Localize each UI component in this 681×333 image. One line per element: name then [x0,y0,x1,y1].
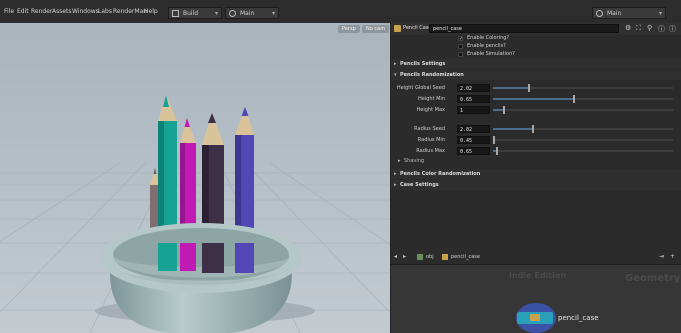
menu-windows[interactable]: Windows [72,8,99,15]
caret-right-icon: ▸ [394,171,397,177]
caret-down-icon: ▾ [394,72,397,78]
height-max-field[interactable]: 1 [457,106,490,114]
caret-right-icon: ▸ [394,61,397,67]
menu-help[interactable]: Help [144,8,158,15]
radius-min-field[interactable]: 0.45 [457,136,490,144]
pencil-case-node[interactable] [517,312,553,324]
chevron-down-icon: ▾ [214,10,218,17]
menu-bar: File Edit Render Assets Windows Labs Ren… [0,0,681,24]
camera-persp-button[interactable]: Persp [338,25,360,33]
viewport-scene [0,23,390,333]
indie-edition-watermark: Indie Edition [509,271,567,280]
parameter-panel: Pencil Case pencil_case ⚙ ⛶ ⚲ ⓘ ⓘ ✓ Enab… [391,23,681,251]
node-label: pencil_case [558,314,599,322]
caret-right-icon: ▸ [398,158,401,164]
radius-min-slider[interactable] [493,136,673,144]
add-pane-icon[interactable]: + [670,253,675,260]
section-label: Pencils Randomization [400,72,464,78]
enable-simulation-checkbox[interactable] [458,52,463,57]
right-context-selector-label: Main [607,10,622,17]
info-icon[interactable]: ⓘ [669,24,676,34]
height-global-seed-field[interactable]: 2.02 [457,84,490,92]
menu-assets[interactable]: Assets [52,8,72,15]
radius-max-label: Radius Max [416,148,445,154]
path-obj[interactable]: obj [426,254,434,260]
radius-max-field[interactable]: 0.65 [457,147,490,155]
section-pencils-settings[interactable]: ▸ Pencils Settings [391,59,681,69]
subsection-shaving[interactable]: ▸ Shaving [391,156,681,166]
search-icon[interactable]: ⚲ [647,24,652,32]
node-type-icon [394,25,401,32]
menu-labs[interactable]: Labs [98,8,112,15]
path-pencil-case[interactable]: pencil_case [451,254,480,260]
enable-simulation-label: Enable Simulation? [467,51,515,57]
parameter-header: Pencil Case pencil_case ⚙ ⛶ ⚲ ⓘ ⓘ [391,23,681,35]
scene-viewport[interactable]: Persp No cam [0,23,390,333]
network-editor[interactable]: ◂ ▸ obj pencil_case ⇥ + Indie Edition Ge… [391,251,681,333]
menu-render[interactable]: Render [31,8,52,15]
expand-icon[interactable]: ⛶ [636,24,641,33]
desktop-selector[interactable]: Build ▾ [168,7,222,19]
menu-edit[interactable]: Edit [17,8,29,15]
globe-icon [596,10,603,17]
section-label: Pencils Color Randomization [400,171,481,177]
chevron-down-icon: ▾ [658,10,662,17]
section-label: Pencils Settings [400,61,446,67]
obj-icon [417,254,423,260]
section-label: Case Settings [400,182,439,188]
context-selector-label: Main [240,10,255,17]
node-type-label: Pencil Case [403,25,432,31]
radius-seed-slider[interactable] [493,125,673,133]
height-max-slider[interactable] [493,106,673,114]
enable-coloring-checkbox[interactable]: ✓ [458,36,463,42]
chevron-down-icon: ▾ [271,10,275,17]
desktop-selector-label: Build [183,10,199,17]
geometry-watermark: Geometry [625,273,681,284]
node-icon [530,314,540,321]
context-selector[interactable]: Main ▾ [225,7,279,19]
height-max-label: Height Max [416,107,445,113]
no-cam-button[interactable]: No cam [362,25,390,33]
caret-right-icon: ▸ [394,182,397,188]
radius-seed-label: Radius Seed [414,126,445,132]
enable-coloring-label: Enable Coloring? [467,35,510,41]
radius-min-label: Radius Min [417,137,445,143]
pencil-case-bowl [100,223,302,333]
globe-icon [229,10,236,17]
height-min-slider[interactable] [493,95,673,103]
help-icon[interactable]: ⓘ [658,24,665,34]
height-min-label: Height Min [418,96,445,102]
enable-pencils-checkbox[interactable] [458,44,463,49]
subsection-label: Shaving [404,158,425,164]
desktop-icon [172,10,179,17]
network-path-bar: ◂ ▸ obj pencil_case ⇥ + [391,251,681,265]
radius-max-slider[interactable] [493,147,673,155]
back-arrow-icon[interactable]: ◂ [394,253,397,260]
gear-icon[interactable]: ⚙ [625,24,631,32]
radius-seed-field[interactable]: 2.02 [457,125,490,133]
height-min-field[interactable]: 0.65 [457,95,490,103]
section-case-settings[interactable]: ▸ Case Settings [391,180,681,190]
enable-pencils-label: Enable pencils? [467,43,506,49]
height-global-seed-label: Height Global Seed [396,85,445,91]
height-global-seed-slider[interactable] [493,84,673,92]
pin-icon[interactable]: ⇥ [659,253,664,260]
menu-renderman[interactable]: RenderMan [113,8,147,15]
section-pencils-color-randomization[interactable]: ▸ Pencils Color Randomization [391,169,681,179]
right-context-selector[interactable]: Main ▾ [592,7,666,19]
forward-arrow-icon[interactable]: ▸ [403,253,406,260]
pencil-case-path-icon [442,254,448,260]
menu-file[interactable]: File [4,8,14,15]
node-name-field[interactable]: pencil_case [429,24,619,33]
section-pencils-randomization[interactable]: ▾ Pencils Randomization [391,70,681,80]
